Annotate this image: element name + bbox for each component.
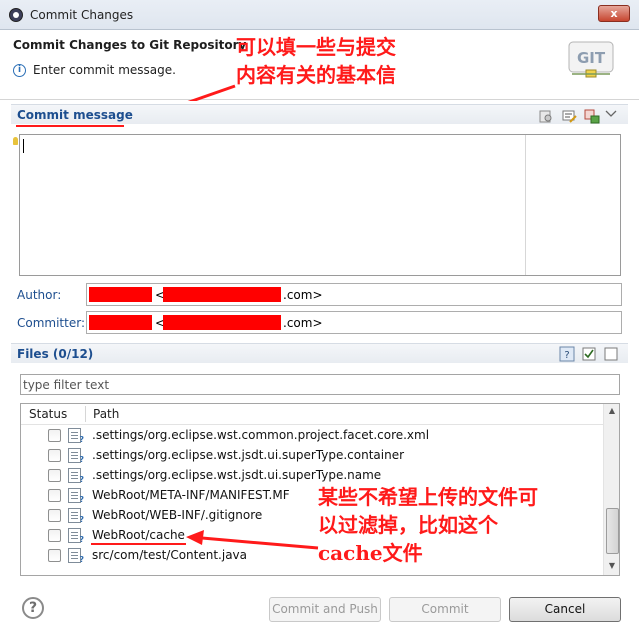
scroll-down-icon[interactable]: ▼	[606, 561, 618, 573]
annotation-top-line-1: 可以填一些与提交	[236, 35, 396, 59]
content-assist-bulb-icon	[13, 137, 18, 145]
text-file-icon: ?	[68, 528, 84, 544]
dialog-message: Enter commit message.	[33, 63, 176, 77]
table-row[interactable]: ? .settings/org.eclipse.wst.common.proje…	[21, 426, 603, 446]
info-icon: i	[13, 64, 26, 77]
annotation-top-line-2: 内容有关的基本信	[236, 63, 396, 87]
commit-and-push-button[interactable]: Commit and Push	[269, 597, 381, 622]
show-untracked-icon[interactable]: ?	[559, 346, 575, 362]
close-window-button[interactable]: x	[598, 5, 630, 22]
annotation-bottom-line-1: 某些不希望上传的文件可	[318, 485, 538, 509]
author-label: Author:	[17, 288, 62, 302]
annotation-arrow-bottom	[186, 530, 319, 550]
scroll-thumb[interactable]	[606, 508, 619, 554]
select-all-icon[interactable]	[581, 346, 597, 362]
file-path: .settings/org.eclipse.wst.common.project…	[92, 428, 430, 442]
deselect-all-icon[interactable]	[603, 346, 619, 362]
annotation-underline	[91, 543, 186, 545]
commit-button[interactable]: Commit	[389, 597, 501, 622]
files-vertical-scrollbar[interactable]: ▲ ▼	[603, 404, 619, 575]
java-file-icon: ?	[68, 548, 84, 564]
window-title: Commit Changes	[30, 8, 134, 22]
previous-message-icon[interactable]	[538, 108, 554, 124]
window-titlebar: Commit Changes x	[0, 0, 639, 30]
file-checkbox[interactable]	[48, 509, 61, 522]
table-row[interactable]: ? .settings/org.eclipse.wst.jsdt.ui.supe…	[21, 446, 603, 466]
help-button[interactable]: ?	[22, 597, 44, 619]
file-path: WebRoot/WEB-INF/.gitignore	[92, 508, 263, 522]
column-header-status[interactable]: Status	[29, 404, 67, 424]
files-section-header: Files (0/12)	[11, 343, 628, 363]
dialog-heading: Commit Changes to Git Repository	[13, 38, 247, 52]
commit-message-title: Commit message	[17, 108, 133, 122]
cancel-button[interactable]: Cancel	[509, 597, 621, 622]
file-checkbox[interactable]	[48, 549, 61, 562]
author-email-redaction	[163, 287, 281, 302]
annotation-bottom-line-2: 以过滤掉，比如这个	[318, 513, 498, 537]
author-email-suffix: .com>	[283, 288, 323, 302]
svg-text:?: ?	[564, 350, 569, 361]
author-field[interactable]: < .com>	[86, 283, 622, 306]
file-checkbox[interactable]	[48, 449, 61, 462]
view-menu-chevron-icon[interactable]	[605, 106, 617, 122]
column-separator[interactable]	[85, 406, 86, 422]
file-checkbox[interactable]	[48, 489, 61, 502]
xml-file-icon: ?	[68, 428, 84, 444]
commit-message-input[interactable]	[19, 134, 621, 276]
text-file-icon: ?	[68, 448, 84, 464]
text-file-icon: ?	[68, 468, 84, 484]
text-file-icon: ?	[68, 488, 84, 504]
file-checkbox[interactable]	[48, 469, 61, 482]
git-logo-text: GIT	[577, 49, 606, 67]
file-checkbox[interactable]	[48, 429, 61, 442]
text-file-icon: ?	[68, 508, 84, 524]
add-signed-off-icon[interactable]	[561, 108, 577, 124]
scroll-up-icon[interactable]: ▲	[606, 406, 618, 418]
file-filter-placeholder: type filter text	[23, 378, 110, 392]
close-icon[interactable]: x	[610, 7, 617, 20]
help-icon[interactable]: ?	[29, 600, 37, 616]
git-logo-icon: GIT	[568, 41, 614, 78]
author-name-redaction	[89, 287, 152, 302]
committer-email-redaction	[163, 315, 281, 330]
committer-label: Committer:	[17, 316, 85, 330]
committer-name-redaction	[89, 315, 152, 330]
header-divider	[21, 424, 603, 425]
annotation-top: 可以填一些与提交 内容有关的基本信	[236, 33, 396, 89]
commit-message-section-header: Commit message	[11, 104, 628, 124]
file-checkbox[interactable]	[48, 529, 61, 542]
committer-field[interactable]: < .com>	[86, 311, 622, 334]
files-title: Files (0/12)	[17, 347, 94, 361]
text-caret	[23, 139, 24, 153]
committer-email-suffix: .com>	[283, 316, 323, 330]
annotation-underline	[16, 125, 124, 127]
file-path: WebRoot/META-INF/MANIFEST.MF	[92, 488, 290, 502]
file-path: .settings/org.eclipse.wst.jsdt.ui.superT…	[92, 448, 405, 462]
file-filter-input[interactable]: type filter text	[20, 374, 620, 395]
annotation-bottom: 某些不希望上传的文件可 以过滤掉，比如这个 cache文件	[318, 483, 538, 567]
amend-icon[interactable]	[584, 108, 600, 124]
eclipse-gear-icon	[9, 8, 23, 22]
file-path: .settings/org.eclipse.wst.jsdt.ui.superT…	[92, 468, 382, 482]
file-path: WebRoot/cache	[92, 528, 185, 542]
annotation-bottom-line-3: cache文件	[318, 541, 423, 565]
column-header-path[interactable]: Path	[93, 404, 119, 424]
margin-ruler	[525, 135, 526, 275]
